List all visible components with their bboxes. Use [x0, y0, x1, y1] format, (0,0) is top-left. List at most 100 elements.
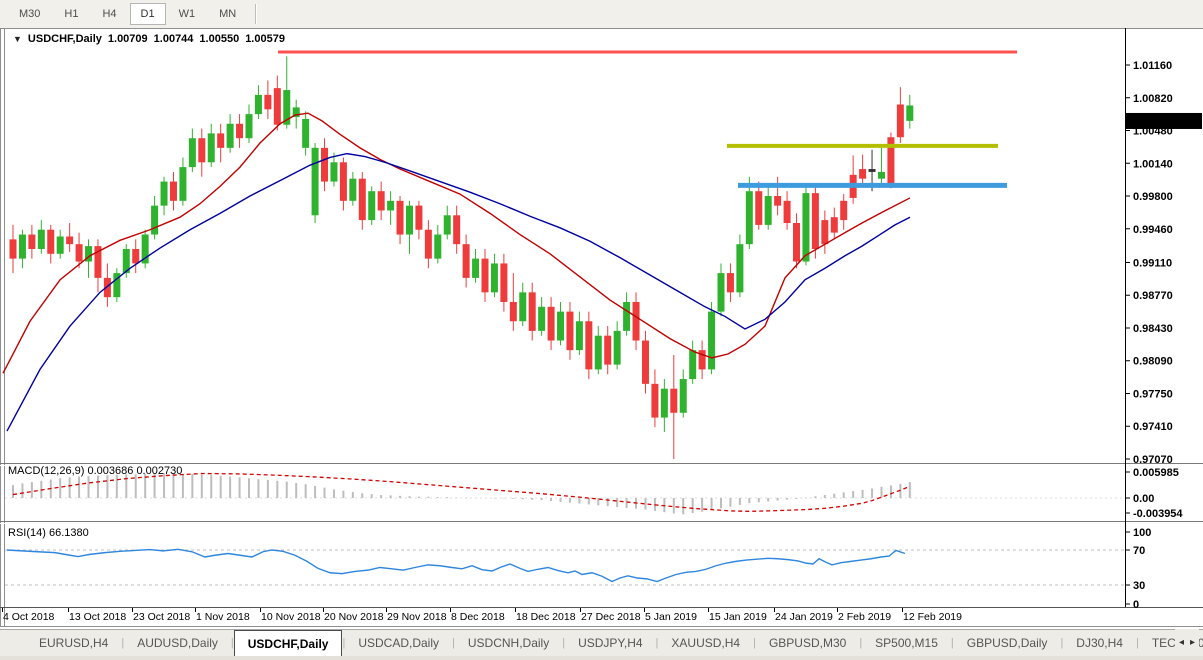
rsi-value: 66.1380 [48, 527, 89, 539]
chart-tab-usdcad-daily[interactable]: USDCAD,Daily [345, 630, 452, 656]
candle-body [273, 88, 281, 125]
candle-body [689, 350, 697, 380]
candle-body [453, 215, 461, 245]
date-label: 4 Oct 2018 [3, 611, 55, 623]
tab-scroll-right-icon[interactable]: ▸ [1190, 637, 1195, 648]
rsi-pane: 100 70 30 0 [5, 527, 1151, 611]
svg-text:0.99110: 0.99110 [1133, 257, 1172, 269]
chart-tab-dj30-h4[interactable]: DJ30,H4 [1063, 630, 1136, 656]
ma-slow-line [6, 152, 911, 432]
candle-body [47, 229, 55, 254]
svg-text:0.98090: 0.98090 [1133, 356, 1173, 368]
svg-text:0.99460: 0.99460 [1133, 224, 1173, 236]
candle-body [840, 200, 848, 221]
chart-tab-eurusd-h4[interactable]: EURUSD,H4 [26, 630, 121, 656]
candle-body [169, 181, 177, 201]
candle-body [726, 273, 734, 293]
rsi-indicator-label: RSI(14) 66.1380 [8, 527, 89, 539]
mt4-window: M30 H1 H4 D1 W1 MN 1.01160 1.00820 1.00480 1.001… [0, 0, 1203, 660]
candle-body [811, 193, 819, 249]
svg-text:1.00820: 1.00820 [1133, 93, 1173, 105]
candle-body [679, 379, 687, 413]
candle-body [415, 205, 423, 230]
date-label: 8 Dec 2018 [451, 611, 505, 623]
candle-body [377, 191, 385, 211]
candle-body [547, 306, 555, 341]
svg-text:1.01160: 1.01160 [1133, 60, 1172, 72]
chart-tab-xauusd-h4[interactable]: XAUUSD,H4 [658, 630, 753, 656]
candle-body [56, 236, 64, 254]
chart-tab-sp500-m15[interactable]: SP500,M15 [862, 630, 951, 656]
candle-body [9, 239, 17, 259]
candle-body [349, 178, 357, 201]
chart-tab-gbpusd-daily[interactable]: GBPUSD,Daily [954, 630, 1061, 656]
candle-body [623, 301, 631, 331]
price-axis: 1.011601.008201.004801.001400.998000.994… [1125, 60, 1202, 466]
candle-body [481, 258, 489, 293]
ohlc-high: 1.00744 [153, 33, 194, 45]
date-label: 23 Oct 2018 [133, 611, 191, 623]
candle-body [160, 181, 168, 206]
tab-scroll-left-icon[interactable]: ◂ [1179, 637, 1184, 648]
status-strip [0, 656, 1203, 660]
svg-text:0.98770: 0.98770 [1133, 290, 1173, 302]
date-label: 2 Feb 2019 [838, 611, 892, 623]
candle-body [538, 306, 546, 331]
date-label: 12 Feb 2019 [903, 611, 962, 623]
date-label: 10 Nov 2018 [261, 611, 321, 623]
svg-text:30: 30 [1133, 580, 1145, 592]
candle-body [198, 138, 206, 163]
candle-body [519, 292, 527, 322]
chart-tab-usdcnh-daily[interactable]: USDCNH,Daily [455, 630, 562, 656]
candle-body [717, 273, 725, 312]
candle-body [509, 301, 517, 322]
chart-symbol-title: USDCHF,Daily [27, 33, 102, 45]
svg-text:1.00140: 1.00140 [1133, 158, 1173, 170]
symbol-dropdown-icon[interactable]: ▼ [13, 34, 22, 44]
candle-body [783, 200, 791, 223]
candle-body [632, 301, 640, 341]
candle-body [736, 244, 744, 293]
date-label: 13 Oct 2018 [69, 611, 127, 623]
candle-body [490, 263, 498, 293]
macd-signal-value: 0.002730 [136, 465, 183, 477]
candle-body [321, 147, 329, 182]
chart-tab-gbpusd-m30[interactable]: GBPUSD,M30 [756, 630, 859, 656]
candle-body [575, 321, 583, 351]
chart-header: ▼ USDCHF,Daily 1.00709 1.00744 1.00550 1.0057… [13, 33, 285, 45]
macd-signal-line [12, 472, 911, 512]
candle-body [132, 248, 140, 264]
date-label: 1 Nov 2018 [196, 611, 250, 623]
candle-body [339, 162, 347, 201]
candle-body [641, 340, 649, 384]
candle-body [764, 196, 772, 225]
chart-tab-usdchf-daily[interactable]: USDCHF,Daily [233, 630, 343, 656]
svg-text:70: 70 [1133, 545, 1145, 557]
candle-body [594, 335, 602, 370]
date-label: 20 Nov 2018 [324, 611, 384, 623]
candle-body [472, 258, 480, 278]
candle-body [651, 383, 659, 418]
svg-text:0.97750: 0.97750 [1133, 388, 1173, 400]
chart-tab-audusd-daily[interactable]: AUDUSD,Daily [124, 630, 231, 656]
candle-body [500, 263, 508, 302]
candle-body [877, 171, 885, 179]
macd-main-value: 0.003686 [87, 465, 134, 477]
candle-body [896, 104, 904, 138]
candle-body [226, 123, 234, 148]
candle-body [217, 133, 225, 148]
candle-body [755, 191, 763, 225]
candle-body [311, 147, 319, 216]
candle-body [745, 191, 753, 245]
date-label: 27 Dec 2018 [581, 611, 641, 623]
chart-tab-usdjpy-h4[interactable]: USDJPY,H4 [565, 630, 655, 656]
candle-body [330, 162, 338, 182]
candle-body [670, 388, 678, 413]
candle-body [434, 234, 442, 259]
svg-text:100: 100 [1133, 527, 1151, 539]
candle-body [37, 229, 45, 249]
candle-body [708, 311, 716, 370]
candle-body [188, 138, 196, 168]
candle-body [18, 234, 26, 259]
candle-body [613, 330, 621, 365]
